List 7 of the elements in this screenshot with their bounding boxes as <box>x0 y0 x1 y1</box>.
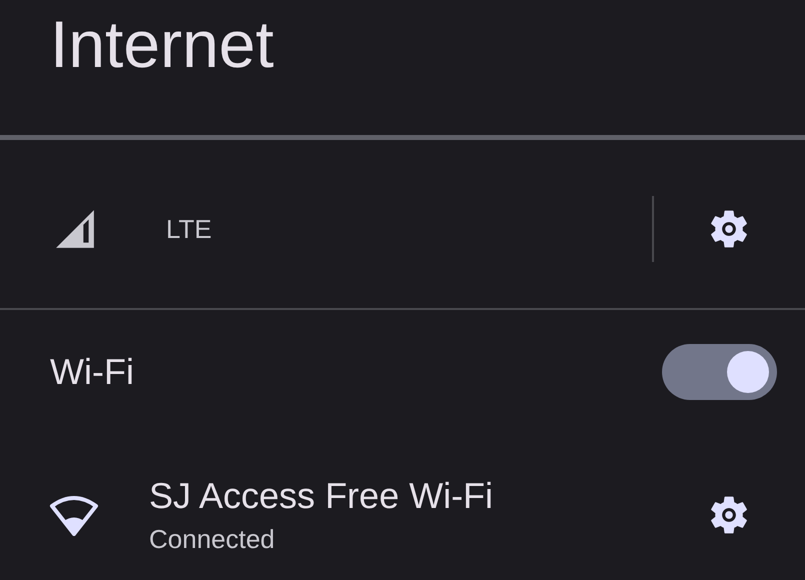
signal-icon <box>54 208 96 250</box>
page-title: Internet <box>49 6 274 80</box>
network-status: Connected <box>149 524 276 555</box>
network-type-label[interactable]: LTE <box>166 214 212 244</box>
wifi-label: Wi-Fi <box>50 351 134 393</box>
network-name[interactable]: SJ Access Free Wi-Fi <box>149 474 494 518</box>
wifi-icon <box>49 494 99 536</box>
